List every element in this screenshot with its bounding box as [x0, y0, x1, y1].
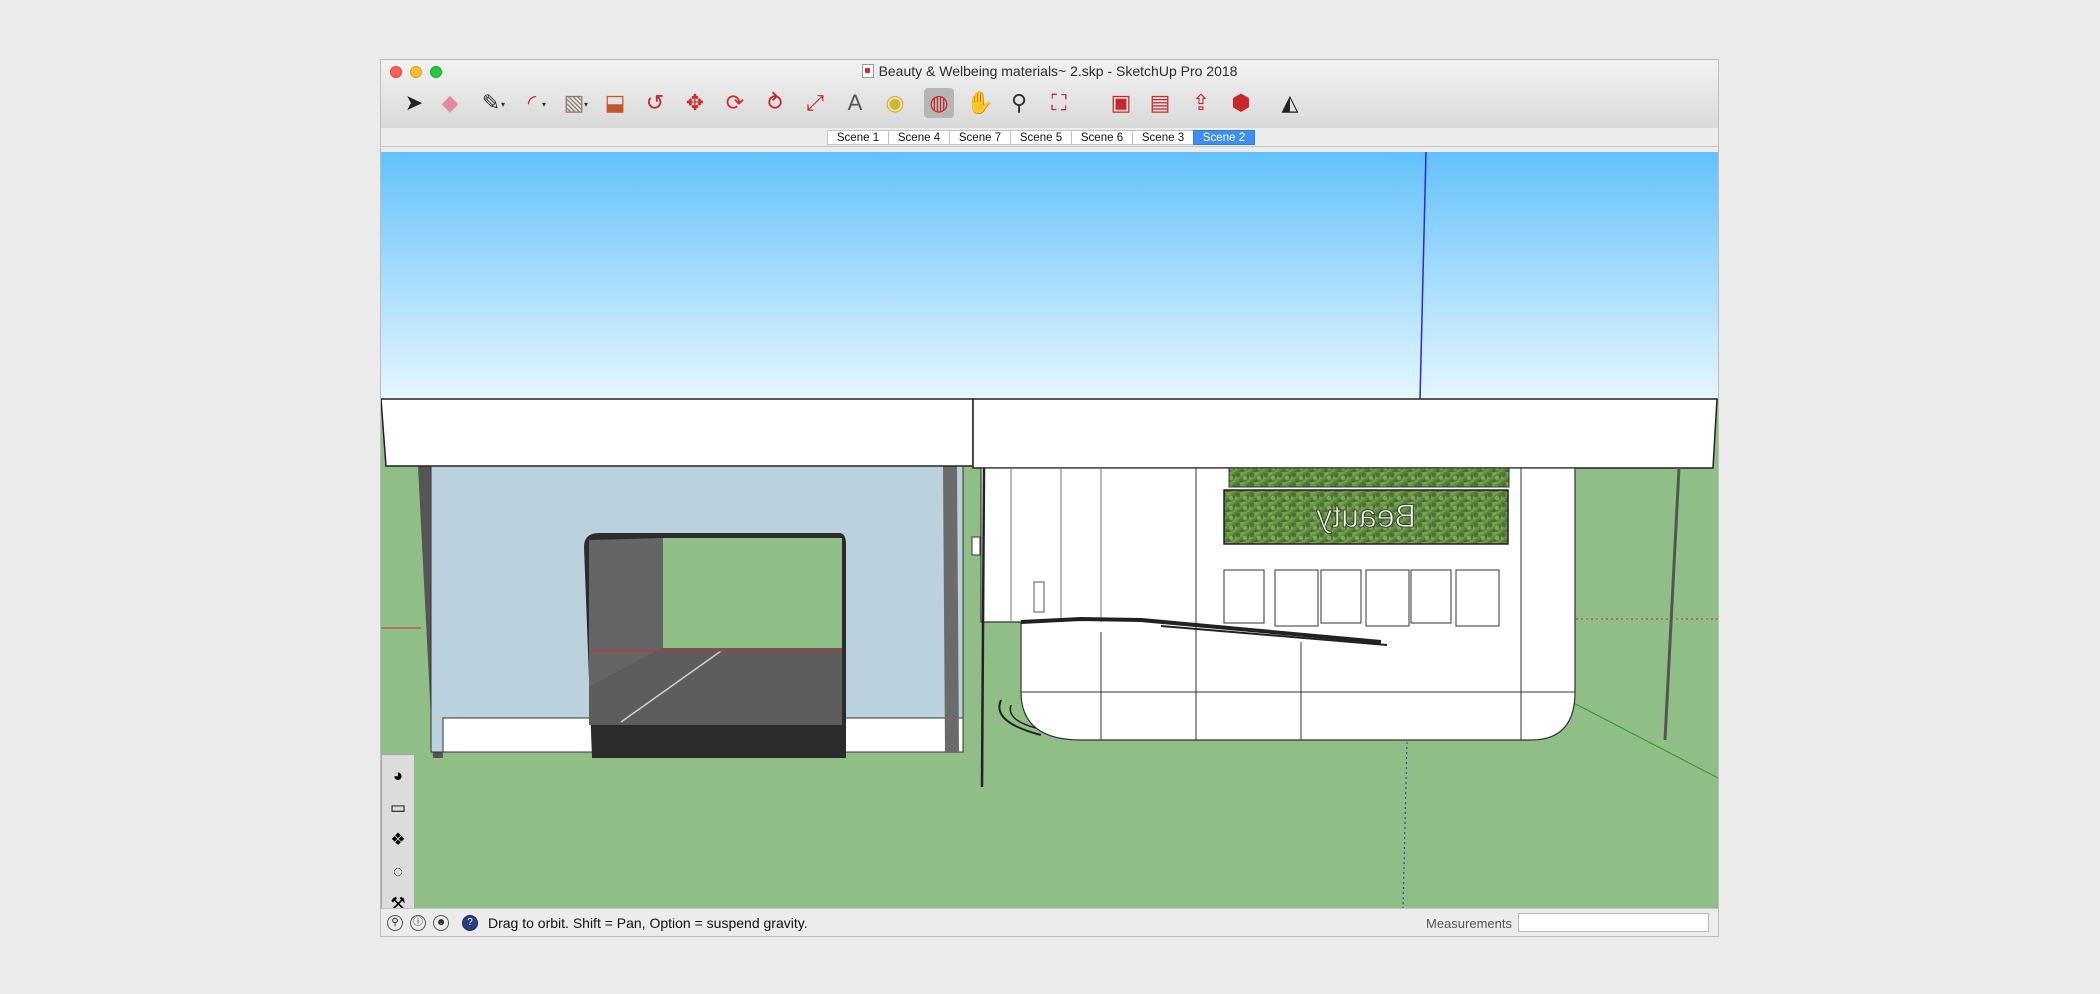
styles-panel-icon[interactable]: ◕ [385, 763, 411, 789]
window-title-container: Beauty & Welbeing materials~ 2.skp - Ske… [381, 63, 1718, 79]
counter-object [1033, 581, 1045, 613]
materials-panel-icon[interactable]: ❖ [385, 827, 411, 853]
tools-panel-icon[interactable]: ⚒ [385, 891, 411, 908]
model-canvas[interactable]: Beauty [381, 152, 1719, 908]
status-bar: ⚲ ⓘ ☻ ? Drag to orbit. Shift = Pan, Opti… [381, 908, 1718, 936]
window-title: Beauty & Welbeing materials~ 2.skp - Ske… [878, 63, 1238, 79]
sketchup-window: Beauty & Welbeing materials~ 2.skp - Ske… [380, 59, 1719, 937]
shelf-5 [1410, 569, 1452, 624]
measurements-label: Measurements [1426, 916, 1512, 931]
shadows-panel-icon[interactable]: ◌ [385, 859, 411, 885]
shelf-1 [1223, 569, 1265, 624]
status-message: Drag to orbit. Shift = Pan, Option = sus… [488, 915, 808, 931]
scene-tab-scene-7[interactable]: Scene 7 [949, 130, 1011, 145]
document-icon [861, 64, 874, 78]
offset-tool-icon[interactable]: ↺ [640, 88, 670, 118]
scene-tabs: Scene 1 Scene 4 Scene 7 Scene 5 Scene 6 Scene… [827, 130, 1255, 145]
doorway-outdoor-view [663, 538, 842, 648]
extension-manager-tool-icon[interactable]: ⬢ [1226, 88, 1256, 118]
line-dropdown-caret[interactable]: ▾ [501, 100, 505, 109]
text-tool-icon[interactable]: A [840, 88, 870, 118]
canopy-left [381, 398, 974, 467]
share-model-tool-icon[interactable]: ⇪ [1186, 88, 1216, 118]
beauty-sign-text: Beauty [1316, 498, 1416, 534]
scale-tool-icon[interactable]: ⤢ [800, 88, 830, 118]
user-account-icon[interactable]: ☻ [433, 915, 449, 931]
extension-warehouse-tool-icon[interactable]: ▤ [1145, 88, 1175, 118]
scene-tab-scene-6[interactable]: Scene 6 [1071, 130, 1133, 145]
rectangle-dropdown-caret[interactable]: ▾ [584, 100, 588, 109]
rotate-tool-icon[interactable]: ⟳ [720, 88, 750, 118]
geo-location-icon[interactable]: ⚲ [387, 915, 403, 931]
arc-dropdown-caret[interactable]: ▾ [542, 100, 546, 109]
title-bar: Beauty & Welbeing materials~ 2.skp - Ske… [381, 60, 1718, 129]
scene-tab-scene-1[interactable]: Scene 1 [827, 130, 889, 145]
scene-tab-scene-5[interactable]: Scene 5 [1010, 130, 1072, 145]
model-viewport[interactable]: Beauty ◕▭❖◌⚒▦💡 [381, 152, 1719, 908]
shelf-2 [1274, 569, 1319, 627]
layers-panel-icon[interactable]: ▭ [385, 795, 411, 821]
orbit-tool-icon[interactable]: ◍ [924, 88, 954, 118]
shelf-4 [1365, 569, 1410, 627]
move-tool-icon[interactable]: ✥ [680, 88, 710, 118]
select-tool-icon[interactable]: ➤ [399, 88, 429, 118]
tool-palette: ◕▭❖◌⚒▦💡 [381, 754, 415, 908]
left-right-post [943, 466, 959, 752]
style-eraser-tool-icon[interactable]: ◭ [1275, 88, 1305, 118]
scenes-bar: Scene 1 Scene 4 Scene 7 Scene 5 Scene 6 Scene… [381, 128, 1718, 147]
sky [381, 152, 1718, 399]
scene-tab-scene-4[interactable]: Scene 4 [888, 130, 950, 145]
eraser-tool-icon[interactable]: ◆ [435, 88, 465, 118]
canopy-right [972, 398, 1718, 469]
pan-tool-icon[interactable]: ✋ [965, 88, 995, 118]
shelf-3 [1320, 569, 1362, 624]
measurements-input[interactable] [1518, 913, 1709, 932]
follow-me-tool-icon[interactable]: ⥁ [760, 88, 790, 118]
zoom-extents-tool-icon[interactable]: ⛶ [1044, 88, 1074, 118]
doorway-threshold [592, 725, 846, 758]
zoom-tool-icon[interactable]: ⚲ [1004, 88, 1034, 118]
3d-warehouse-tool-icon[interactable]: ▣ [1106, 88, 1136, 118]
scene-tab-scene-2[interactable]: Scene 2 [1193, 130, 1255, 145]
main-toolbar: ➤ ◆ ✎ ▾ ◜ ▾ ▧ ▾ ⬓ ↺ ✥ ⟳ ⥁ ⤢ A ◉ ◍ ✋ ⚲ ⛶ ▣ ▤ ⇪ ⬢ ◭ [381, 82, 1718, 126]
credits-icon[interactable]: ⓘ [410, 915, 426, 931]
instructor-icon[interactable]: ? [462, 915, 478, 931]
shelf-6 [1455, 569, 1500, 627]
wall-switch [971, 536, 981, 556]
green-wall-top [1228, 467, 1510, 488]
push-pull-tool-icon[interactable]: ⬓ [600, 88, 630, 118]
scene-tab-scene-3[interactable]: Scene 3 [1132, 130, 1194, 145]
paint-bucket-tool-icon[interactable]: ◉ [880, 88, 910, 118]
